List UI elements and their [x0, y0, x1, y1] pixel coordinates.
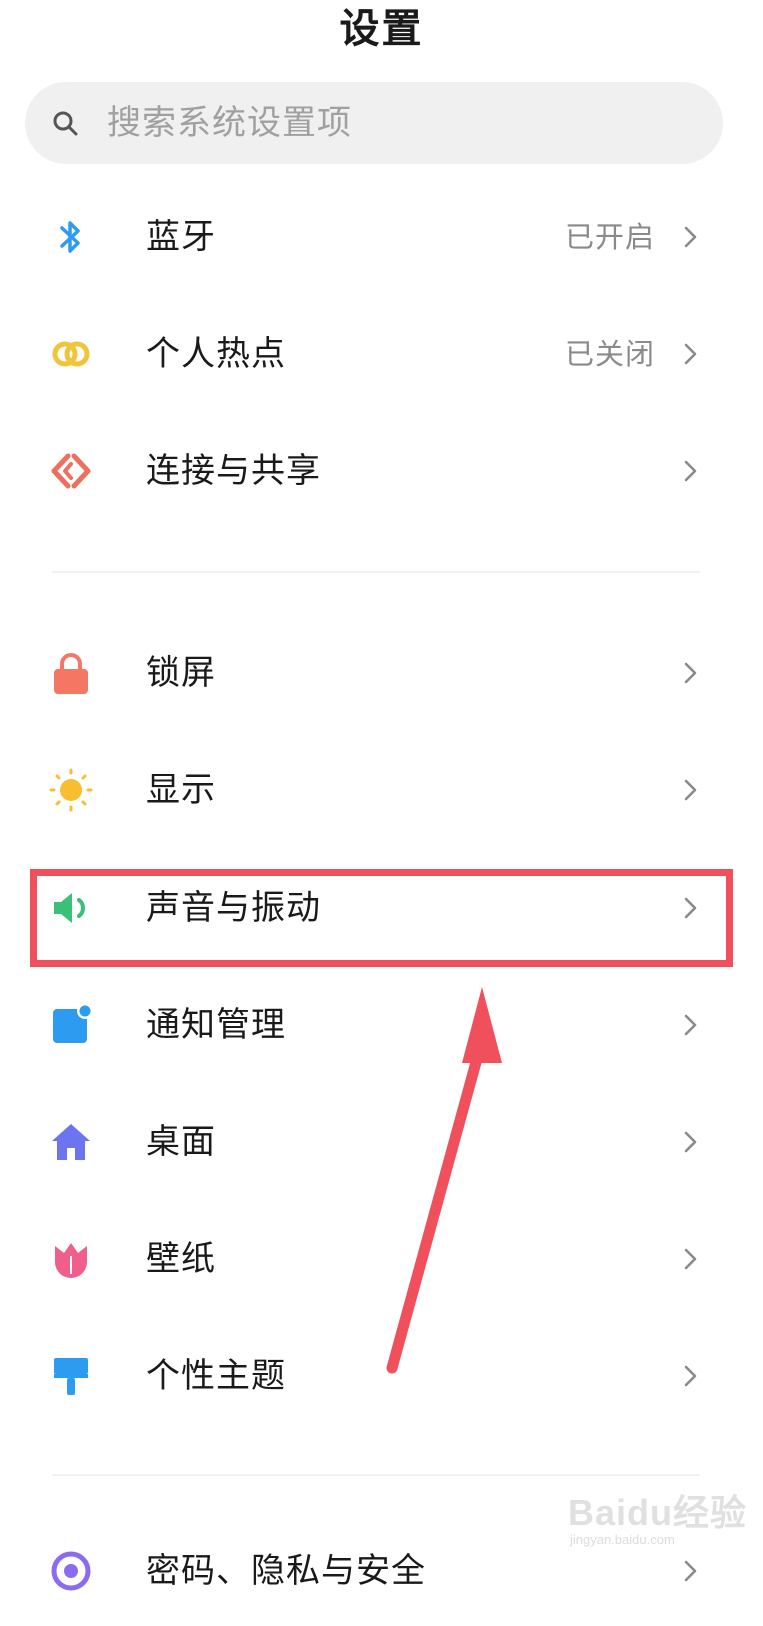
chevron-right-icon: [684, 1131, 697, 1153]
lock-icon: [54, 653, 88, 694]
item-label: 声音与振动: [146, 888, 321, 928]
search-placeholder[interactable]: 搜索系统设置项: [107, 82, 352, 164]
chevron-right-icon: [684, 1560, 697, 1582]
settings-item-sound-vibration[interactable]: 声音与振动: [0, 853, 763, 963]
sun-icon: [49, 768, 93, 812]
settings-item-display[interactable]: 显示: [0, 735, 763, 845]
bluetooth-icon: [60, 221, 80, 253]
item-label: 个人热点: [146, 334, 286, 374]
settings-item-desktop[interactable]: 桌面: [0, 1087, 763, 1197]
item-status: 已开启: [564, 220, 655, 254]
privacy-icon: [51, 1551, 91, 1591]
item-label: 锁屏: [146, 653, 216, 693]
paint-roller-icon: [54, 1358, 88, 1395]
watermark: Baidu经验 jingyan.baidu.com: [568, 1484, 758, 1550]
item-label: 通知管理: [146, 1005, 286, 1045]
speaker-icon: [54, 893, 85, 923]
section-divider: [52, 1474, 700, 1476]
item-label: 蓝牙: [146, 217, 216, 257]
item-label: 桌面: [146, 1122, 216, 1162]
chevron-right-icon: [684, 1014, 697, 1036]
section-divider: [52, 571, 700, 573]
item-label: 个性主题: [146, 1356, 286, 1396]
settings-item-themes[interactable]: 个性主题: [0, 1321, 763, 1431]
hotspot-icon: [52, 341, 90, 367]
settings-item-hotspot[interactable]: 个人热点 已关闭: [0, 299, 763, 409]
chevron-right-icon: [684, 226, 697, 248]
search-bar[interactable]: 搜索系统设置项: [25, 82, 723, 164]
chevron-right-icon: [684, 897, 697, 919]
item-label: 显示: [146, 770, 216, 810]
notification-icon: [53, 1003, 93, 1043]
settings-item-connection-sharing[interactable]: 连接与共享: [0, 416, 763, 526]
watermark-url: jingyan.baidu.com: [570, 1532, 675, 1547]
chevron-right-icon: [684, 460, 697, 482]
tulip-icon: [55, 1243, 87, 1278]
chevron-right-icon: [684, 779, 697, 801]
item-status: 已关闭: [564, 337, 655, 371]
settings-item-lock-screen[interactable]: 锁屏: [0, 618, 763, 728]
settings-item-wallpaper[interactable]: 壁纸: [0, 1204, 763, 1314]
page-title: 设置: [339, 6, 424, 52]
item-label: 连接与共享: [146, 451, 321, 491]
connection-sharing-icon: [51, 453, 91, 489]
settings-item-bluetooth[interactable]: 蓝牙 已开启: [0, 182, 763, 292]
watermark-text: Baidu经验: [568, 1492, 748, 1533]
item-label: 壁纸: [146, 1239, 216, 1279]
search-icon: [53, 111, 78, 136]
chevron-right-icon: [684, 662, 697, 684]
settings-item-notifications[interactable]: 通知管理: [0, 970, 763, 1080]
home-icon: [52, 1124, 90, 1160]
chevron-right-icon: [684, 1365, 697, 1387]
chevron-right-icon: [684, 343, 697, 365]
item-label: 密码、隐私与安全: [146, 1551, 426, 1591]
chevron-right-icon: [684, 1248, 697, 1270]
